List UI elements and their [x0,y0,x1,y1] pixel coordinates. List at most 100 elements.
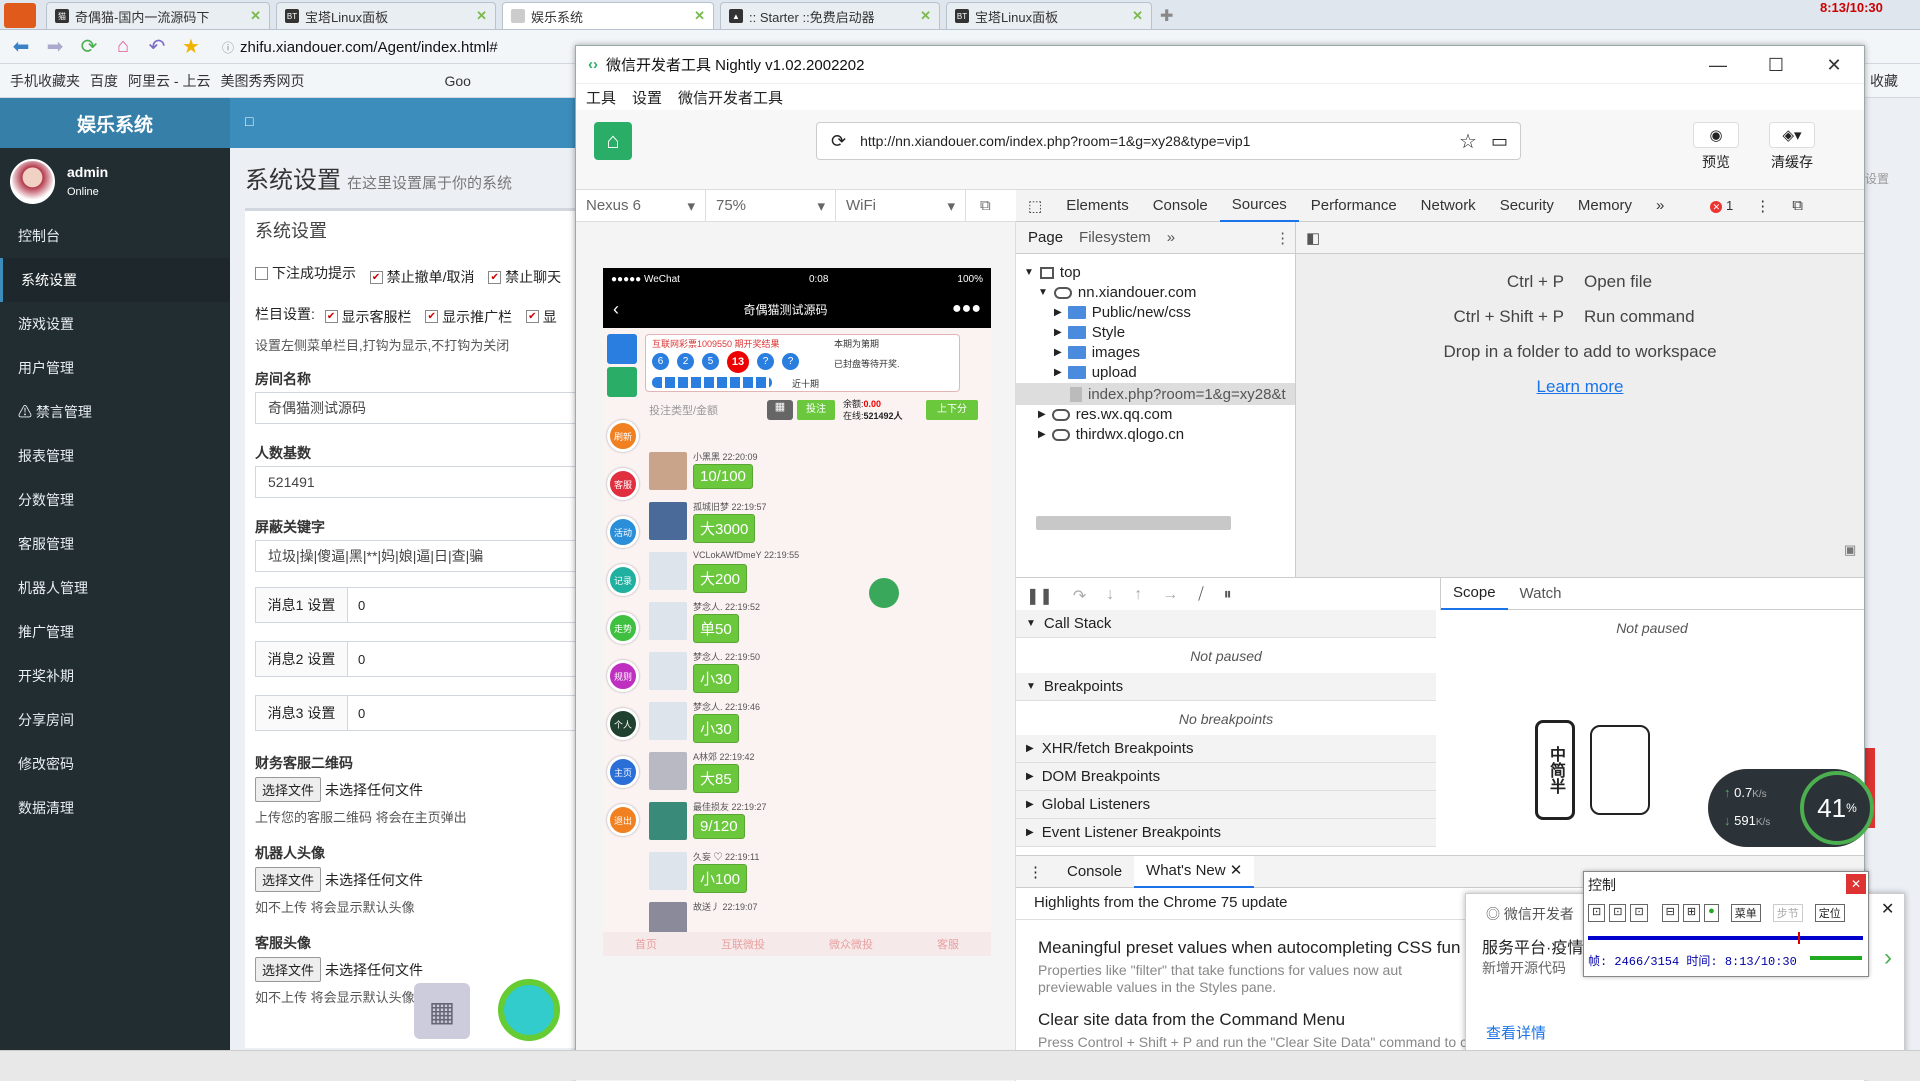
new-tab-icon[interactable]: ✚ [1160,6,1173,26]
choose-file-button[interactable]: 选择文件 [255,957,322,982]
bookmark-item[interactable]: 收藏 [1870,71,1898,91]
menu-tools[interactable]: 工具 [586,87,616,108]
more-icon[interactable]: ●●● [952,300,981,318]
step-icon[interactable]: → [1162,586,1178,606]
side-button-service[interactable]: 客服 [607,468,639,500]
message-2-input[interactable]: 0 [348,642,365,676]
subtab-page[interactable]: Page [1028,229,1063,246]
tab-4[interactable]: ▲:: Starter ::免费启动器 ✕ [720,2,940,29]
tab-network[interactable]: Network [1409,190,1488,222]
detach-icon[interactable]: ⧉ [980,197,991,214]
side-button-profile[interactable]: 个人 [607,708,639,740]
tab-5[interactable]: BT 宝塔Linux面板 ✕ [946,2,1152,29]
subtab-filesystem[interactable]: Filesystem [1079,229,1151,246]
tree-folder[interactable]: ▶ Style [1054,324,1125,341]
bookmark-item[interactable]: 美图秀秀网页 [220,71,304,91]
close-icon[interactable]: ✕ [250,8,261,24]
drawer-menu-icon[interactable]: ⋮ [1016,863,1055,881]
tab-security[interactable]: Security [1488,190,1566,222]
preview-url-bar[interactable]: ⟳ http://nn.xiandouer.com/index.php?room… [816,122,1521,160]
bookmark-item[interactable]: 阿里云 - 上云 [128,71,210,91]
more-icon[interactable]: » [1167,229,1175,246]
xhr-breakpoints-header[interactable]: ▶ XHR/fetch Breakpoints [1016,735,1436,763]
side-button-rules[interactable]: 规则 [607,660,639,692]
network-select[interactable]: WiFi ▾ [836,189,966,222]
sidebar-item-share-room[interactable]: 分享房间 [0,698,230,742]
breakpoints-header[interactable]: ▼ Breakpoints [1016,673,1436,701]
notification-close-icon[interactable]: ✕ [1881,899,1894,919]
step-over-icon[interactable]: ↷ [1073,586,1086,606]
choose-file-button[interactable]: 选择文件 [255,777,322,802]
tab-sources[interactable]: Sources [1219,190,1299,222]
message-1-input[interactable]: 0 [348,588,365,622]
news-title[interactable]: Meaningful preset values when autocomple… [1038,938,1478,958]
tab-2[interactable]: BT 宝塔Linux面板 ✕ [276,2,496,29]
step-into-icon[interactable]: ↓ [1106,586,1114,606]
close-icon[interactable]: ✕ [1805,46,1863,84]
ctrl-icon-button[interactable]: ⊡ [1630,904,1648,922]
kebab-menu-icon[interactable]: ⋮ [1755,197,1770,215]
ctrl-icon-button[interactable]: ● [1704,904,1719,922]
sidebar-item-users[interactable]: 用户管理 [0,346,230,390]
side-button-activity[interactable]: 活动 [607,516,639,548]
forward-icon[interactable]: ➡ [42,34,68,60]
tree-domain[interactable]: ▼ nn.xiandouer.com [1038,284,1196,301]
menu-wechat[interactable]: 微信开发者工具 [678,87,783,108]
preview-button[interactable]: ◉ 预览 [1686,122,1746,172]
checkbox-no-cancel[interactable]: ✔ 禁止撤单/取消 [369,267,475,287]
sidebar-item-robots[interactable]: 机器人管理 [0,566,230,610]
ctrl-locate-button[interactable]: 定位 [1814,904,1845,922]
sidebar-item-mute[interactable]: ⚠ 禁言管理 [0,390,230,434]
tree-file[interactable]: index.php?room=1&g=xy28&t [1016,383,1295,405]
tab-performance[interactable]: Performance [1299,190,1409,222]
kebab-icon[interactable]: ⋮ [1275,229,1290,247]
tab-scope[interactable]: Scope [1441,578,1508,610]
bookmark-star-icon[interactable]: ☆ [1459,129,1477,154]
tree-top[interactable]: ▼ top [1024,264,1081,281]
browser-logo-icon[interactable] [4,3,36,28]
tab-1[interactable]: 猫奇偶猫-国内一流源码下 ✕ [46,2,270,29]
bookmark-item[interactable]: 手机收藏夹 [10,71,80,91]
inspect-icon[interactable]: ⬚ [1016,190,1054,222]
tree-folder[interactable]: ▶ Public/new/css [1054,304,1191,321]
minimize-icon[interactable]: — [1689,46,1747,84]
ctrl-icon-button[interactable]: ⊞ [1682,904,1701,922]
side-button-refresh[interactable]: 刷新 [607,420,639,452]
sidebar-item-points[interactable]: 分数管理 [0,478,230,522]
tab-elements[interactable]: Elements [1054,190,1141,222]
pause-exceptions-icon[interactable]: ⏸ [1224,586,1232,606]
call-stack-header[interactable]: ▼ Call Stack [1016,610,1436,638]
bet-button[interactable]: 投注 [797,400,835,420]
checkbox-show-other[interactable]: ✔ 显 [525,307,557,327]
sidebar-item-password[interactable]: 修改密码 [0,742,230,786]
chevron-right-icon[interactable]: › [1884,944,1892,972]
volume-slider[interactable] [1810,956,1862,960]
reload-icon[interactable]: ⟳ [831,131,846,152]
bookmark-item[interactable]: 百度 [90,71,118,91]
tree-folder[interactable]: ▶ images [1054,344,1140,361]
learn-more-link[interactable]: Learn more [1296,377,1864,397]
event-listener-header[interactable]: ▶ Event Listener Breakpoints [1016,819,1436,847]
close-icon[interactable]: ✕ [694,8,705,24]
ctrl-icon-button[interactable]: ⊡ [1588,904,1606,922]
pause-icon[interactable]: ❚❚ [1026,586,1053,606]
global-listeners-header[interactable]: ▶ Global Listeners [1016,791,1436,819]
app-q-icon[interactable] [498,979,560,1041]
checkbox-bet-tip[interactable]: 下注成功提示 [255,263,356,283]
tab-memory[interactable]: Memory [1566,190,1644,222]
dom-breakpoints-header[interactable]: ▶ DOM Breakpoints [1016,763,1436,791]
ctrl-progress[interactable] [1588,932,1863,944]
admin-logo[interactable]: 娱乐系统 [0,98,230,148]
up-down-button[interactable]: 上下分 [926,400,978,420]
close-icon[interactable]: ✕ [1132,8,1143,24]
clear-cache-button[interactable]: ◈▾ 清缓存 [1762,122,1822,172]
side-button-home[interactable]: 主页 [607,756,639,788]
bet-input[interactable]: 投注类型/金额 [645,402,753,422]
back-icon[interactable]: ‹ [613,299,619,320]
tree-domain[interactable]: ▶ res.wx.qq.com [1038,406,1172,423]
bookmark-item[interactable]: Goo [444,73,470,89]
ctrl-menu-button[interactable]: 菜单 [1730,904,1761,922]
side-button-exit[interactable]: 退出 [607,804,639,836]
sidebar-item-dashboard[interactable]: 控制台 [0,214,230,258]
close-icon[interactable]: ✕ [476,8,487,24]
